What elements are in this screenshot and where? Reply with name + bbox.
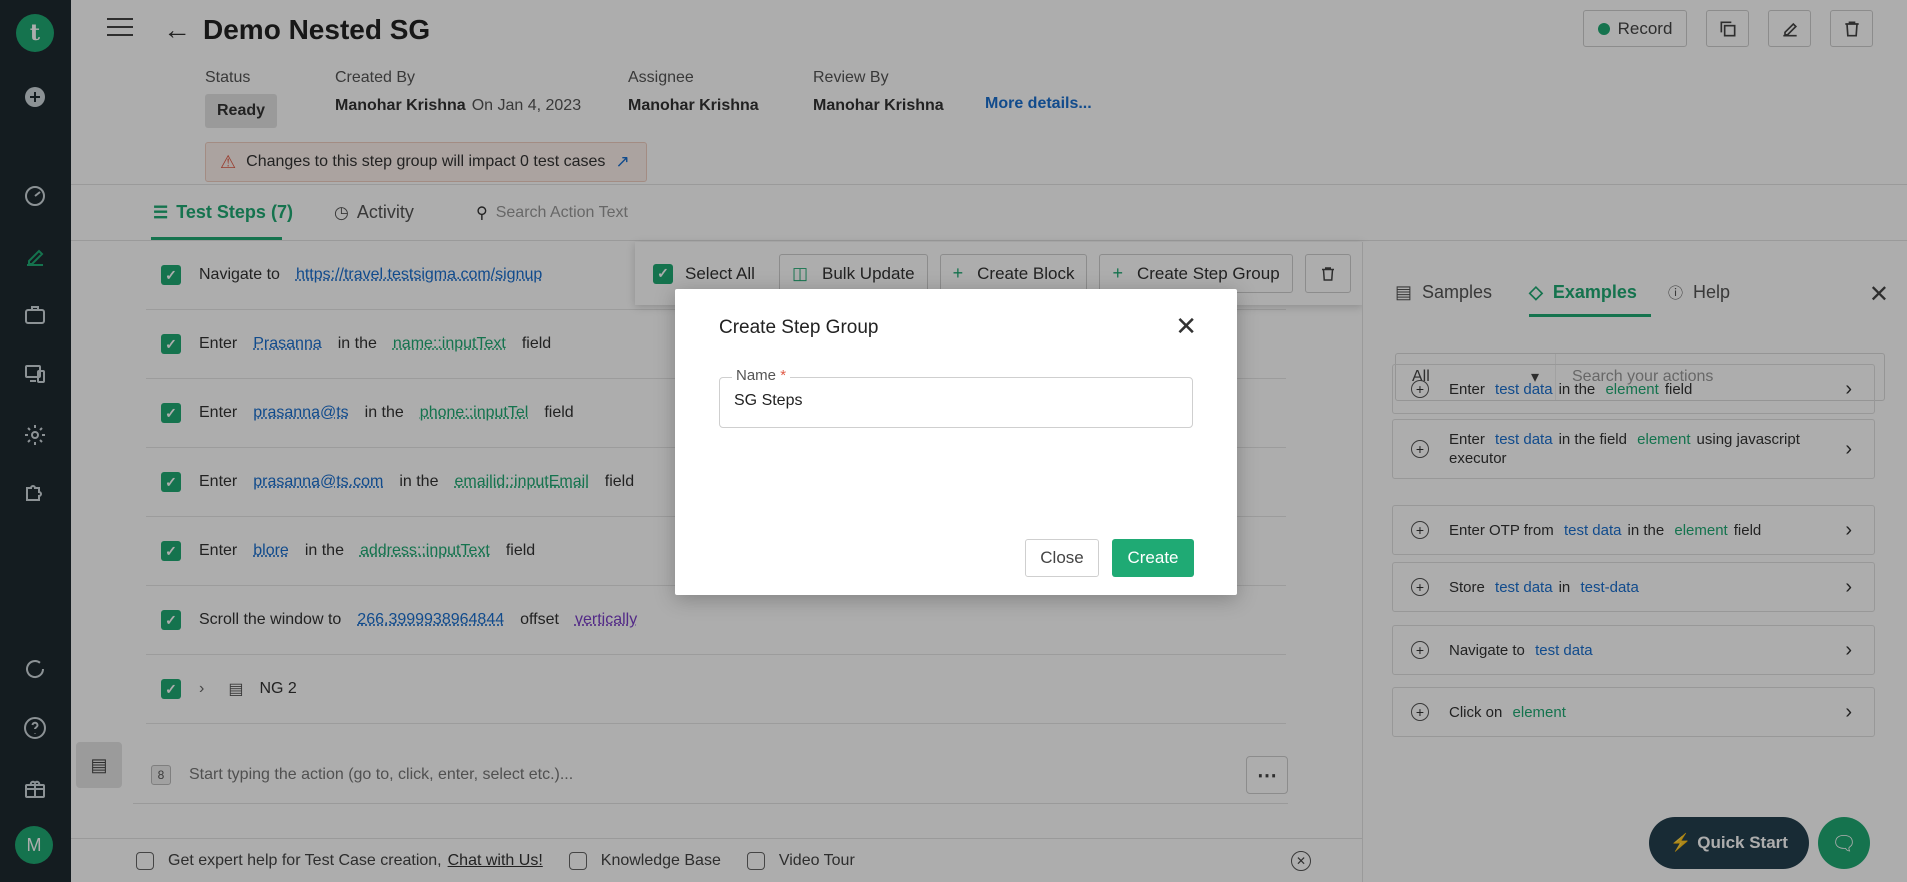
create-button[interactable]: Create <box>1112 539 1194 577</box>
name-label-text: Name <box>736 367 777 384</box>
required-mark: * <box>780 367 787 384</box>
close-button[interactable]: Close <box>1025 539 1099 577</box>
dialog-title: Create Step Group <box>719 317 879 338</box>
name-input[interactable] <box>734 392 1174 410</box>
name-field: Name * <box>719 367 1193 428</box>
create-step-group-dialog: Create Step Group ✕ Name * Close Create <box>675 289 1237 595</box>
close-icon[interactable]: ✕ <box>1175 311 1197 342</box>
name-field-label: Name * <box>732 367 791 384</box>
